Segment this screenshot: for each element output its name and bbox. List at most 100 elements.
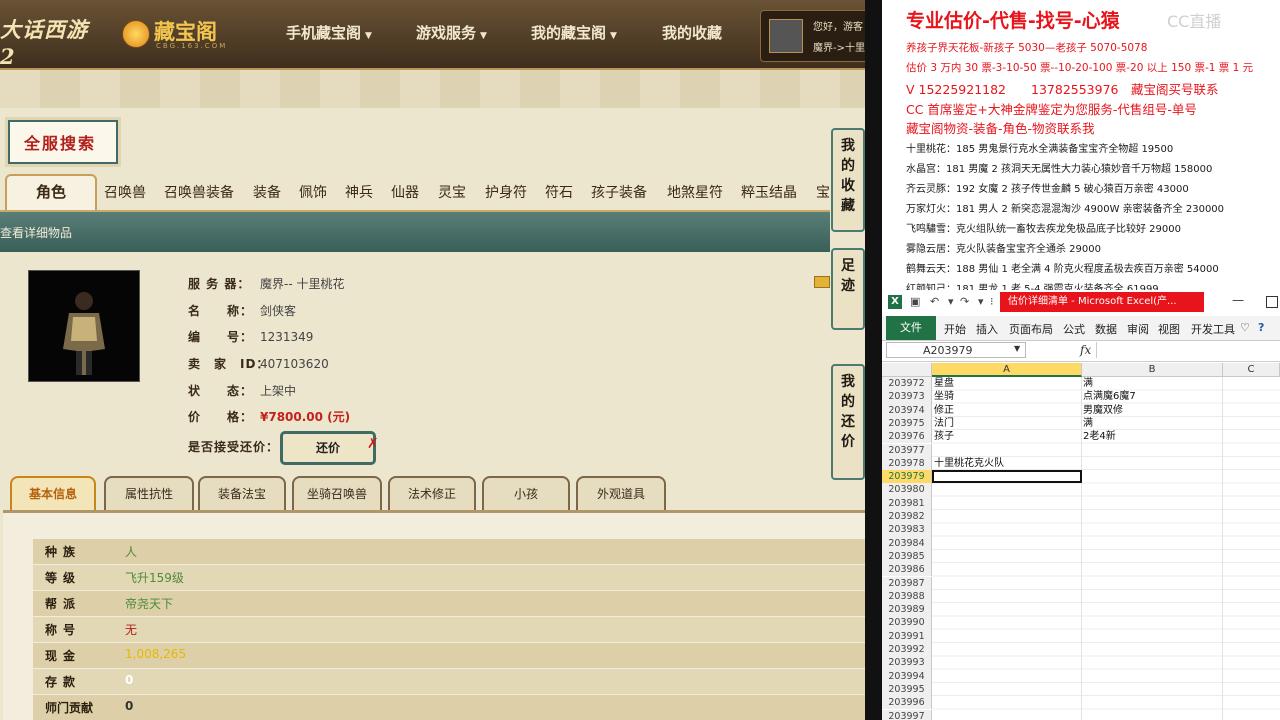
row-header[interactable]: 203997 [882,709,932,720]
tab-child-equipment[interactable]: 孩子装备 [591,182,647,202]
cell-a[interactable]: 十里桃花克火队 [934,457,1004,470]
spreadsheet-grid[interactable]: A B C 203972 星盘满 203973 坐骑 点满魔6魔7 203974 修正 男魔双… [882,363,1280,720]
excel-app-icon[interactable]: X [888,295,902,309]
chevron-down-icon[interactable]: ▼ [1014,344,1020,353]
nav-my-cbg[interactable]: 我的藏宝阁 ▼ [531,22,617,43]
counter-offer-button[interactable]: 还价 [280,431,376,465]
row-header[interactable]: 203973 [882,390,932,404]
tab-star-talisman[interactable]: 地煞星符 [667,182,723,202]
global-search-title[interactable]: 全服搜索 [8,120,118,164]
tab-spell-correction[interactable]: 法术修正 [388,476,476,514]
column-header-a[interactable]: A [932,363,1082,377]
minimize-icon[interactable]: — [1232,293,1244,307]
row-header[interactable]: 203992 [882,643,932,657]
tab-mount-pet[interactable]: 坐骑召唤兽 [292,476,382,514]
cell-b[interactable]: 点满魔6魔7 [1083,390,1136,403]
ribbon-tab-data[interactable]: 数据 [1095,321,1117,337]
side-my-favorites-button[interactable]: 我的收藏 [831,128,865,232]
tab-child[interactable]: 小孩 [482,476,570,514]
row-header[interactable]: 203975 [882,416,932,431]
cell-a[interactable]: 修正 [934,404,954,417]
maximize-icon[interactable] [1266,296,1278,308]
cell-a[interactable]: 孩子 [934,430,954,443]
ribbon-tab-formulas[interactable]: 公式 [1063,321,1085,337]
row-header[interactable]: 203982 [882,510,932,524]
help-icon[interactable]: ? [1258,321,1264,334]
nav-my-favorites[interactable]: 我的收藏 [662,22,722,43]
function-icon[interactable]: fx [1080,343,1091,357]
chevron-down-icon[interactable]: ♡ [1240,321,1250,334]
redo-icon[interactable]: ↷ [960,295,969,308]
row-header[interactable]: 203996 [882,696,932,710]
game-logo[interactable]: 大话西游2 [0,14,95,69]
name-box[interactable]: A203979 [886,342,1026,358]
row-header[interactable]: 203978 [882,456,932,471]
tab-treasure[interactable]: 宝 [816,182,830,202]
nav-mobile-cbg[interactable]: 手机藏宝阁 ▼ [286,22,372,43]
tab-pet[interactable]: 召唤兽 [104,182,146,202]
row-header[interactable]: 203984 [882,536,932,550]
tab-equipment-treasure[interactable]: 装备法宝 [198,476,286,514]
tab-basic-info[interactable]: 基本信息 [10,476,96,514]
tab-appearance[interactable]: 外观道具 [576,476,666,514]
ribbon-tab-developer[interactable]: 开发工具 [1191,321,1235,337]
cbg-logo[interactable]: 藏宝阁 CBG.163.COM [120,14,230,54]
customize-toolbar-icon[interactable]: ⁝ [990,295,994,308]
ribbon-tab-file[interactable]: 文件 [886,316,936,340]
chevron-down-icon[interactable]: ▾ [978,295,984,308]
chevron-down-icon[interactable]: ▾ [948,295,954,308]
side-footprint-button[interactable]: 足迹 [831,248,865,330]
row-header[interactable]: 203983 [882,523,932,537]
cell-b[interactable]: 2老4新 [1083,430,1116,443]
side-my-counteroffers-button[interactable]: 我的还价 [831,364,865,480]
tab-accessory[interactable]: 佩饰 [299,182,327,202]
row-header[interactable]: 203989 [882,603,932,617]
tab-rune-stone[interactable]: 符石 [545,182,573,202]
cell-b[interactable]: 满 [1083,377,1093,390]
cell-a[interactable]: 坐骑 [934,390,954,403]
save-icon[interactable]: ▣ [910,295,920,308]
user-box[interactable]: 您好，游客 魔界->十里 [760,10,865,62]
select-all-corner[interactable] [882,363,932,377]
row-header[interactable]: 203986 [882,563,932,577]
row-header[interactable]: 203977 [882,443,932,457]
row-header[interactable]: 203994 [882,669,932,683]
active-cell[interactable] [932,470,1082,484]
row-header[interactable]: 203980 [882,483,932,497]
tab-divine-weapon[interactable]: 神兵 [345,182,373,202]
cell-b[interactable]: 满 [1083,417,1093,430]
row-header[interactable]: 203985 [882,549,932,564]
tab-amulet[interactable]: 护身符 [485,182,527,202]
formula-input[interactable] [1096,342,1280,358]
tab-equipment[interactable]: 装备 [253,182,281,202]
tab-attributes[interactable]: 属性抗性 [104,476,194,514]
ribbon-tab-insert[interactable]: 插入 [976,321,998,337]
row-header[interactable]: 203995 [882,682,932,697]
tab-immortal-item[interactable]: 仙器 [391,182,419,202]
tab-jade-crystal[interactable]: 粹玉结晶 [741,182,797,202]
ribbon-tab-review[interactable]: 审阅 [1127,321,1149,337]
ribbon-tab-page-layout[interactable]: 页面布局 [1009,321,1053,337]
cell-b[interactable]: 男魔双修 [1083,404,1123,417]
cell-a[interactable]: 法门 [934,417,954,430]
row-header[interactable]: 203974 [882,403,932,417]
cell-a[interactable]: 星盘 [934,377,954,390]
column-header-c[interactable]: C [1223,363,1280,377]
undo-icon[interactable]: ↶ [930,295,939,308]
column-header-b[interactable]: B [1082,363,1223,377]
row-header[interactable]: 203976 [882,430,932,444]
row-header[interactable]: 203979 [882,470,932,484]
row-header[interactable]: 203990 [882,616,932,630]
tab-pet-equipment[interactable]: 召唤兽装备 [164,182,234,202]
tab-role[interactable]: 角色 [5,174,97,210]
row-header[interactable]: 203972 [882,377,932,391]
row-header[interactable]: 203993 [882,656,932,670]
folder-icon[interactable] [814,276,830,288]
row-header[interactable]: 203981 [882,496,932,510]
nav-game-service[interactable]: 游戏服务 ▼ [416,22,487,43]
row-header[interactable]: 203991 [882,629,932,643]
tab-spirit-treasure[interactable]: 灵宝 [438,182,466,202]
ribbon-tab-view[interactable]: 视图 [1158,321,1180,337]
ribbon-tab-home[interactable]: 开始 [944,321,966,337]
row-header[interactable]: 203988 [882,589,932,604]
